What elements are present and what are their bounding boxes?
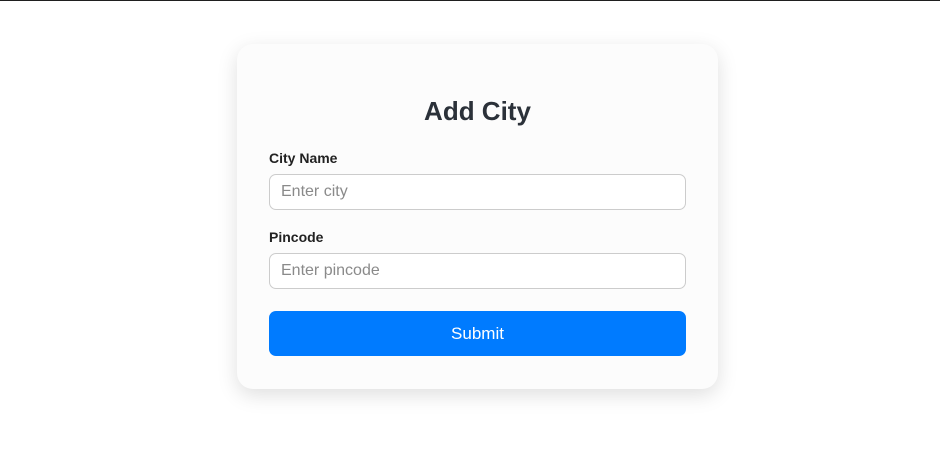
submit-button[interactable]: Submit xyxy=(269,311,686,356)
top-border-line xyxy=(0,0,940,1)
add-city-form-card: Add City City Name Pincode Submit xyxy=(237,44,718,389)
pincode-input[interactable] xyxy=(269,253,686,289)
city-name-input[interactable] xyxy=(269,174,686,210)
pincode-label: Pincode xyxy=(269,229,324,245)
city-name-label: City Name xyxy=(269,150,338,166)
form-title: Add City xyxy=(424,96,531,126)
